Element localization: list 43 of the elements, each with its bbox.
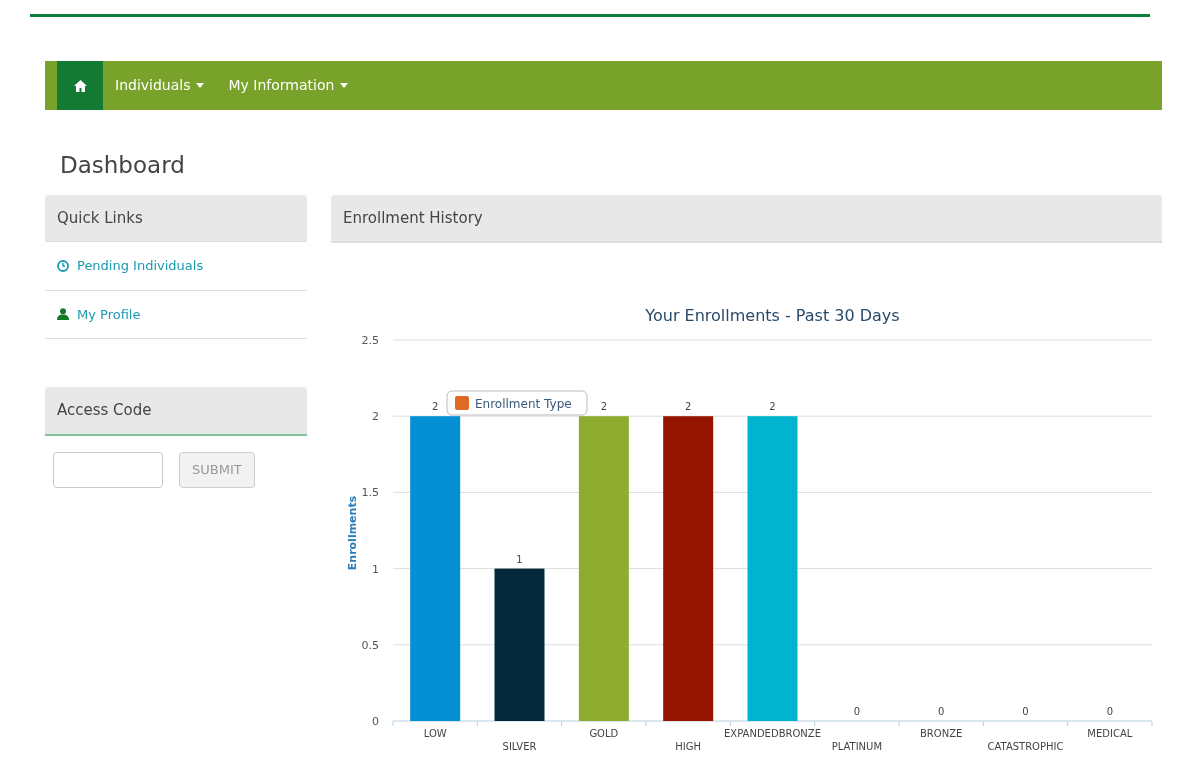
category-label: MEDICAL <box>1087 728 1133 739</box>
data-label: 0 <box>1022 706 1029 717</box>
category-label: LOW <box>423 728 447 739</box>
caret-icon <box>196 83 205 88</box>
person-icon <box>57 308 69 321</box>
category-label: CATASTROPHIC <box>987 741 1064 752</box>
panel-header: Quick Links <box>45 194 307 242</box>
data-label: 2 <box>432 401 439 413</box>
tick-label: 2 <box>372 410 379 424</box>
data-label: 1 <box>516 553 523 565</box>
home-button[interactable] <box>57 61 103 110</box>
tick-label: 0 <box>372 715 379 728</box>
category-label: BRONZE <box>920 728 963 739</box>
tick-label: 0.5 <box>361 638 379 652</box>
caret-icon <box>340 83 349 88</box>
legend-label: Enrollment Type <box>475 397 572 411</box>
panel-header: Access Code <box>45 387 307 436</box>
chart-title: Your Enrollments - Past 30 Days <box>645 306 900 325</box>
axis-title: Enrollments <box>346 495 359 571</box>
data-label: 2 <box>600 401 607 413</box>
data-label: 2 <box>769 401 776 413</box>
page-title: Dashboard <box>60 151 186 180</box>
category-label: GOLD <box>589 728 619 739</box>
home-icon <box>73 79 87 92</box>
category-label: SILVER <box>502 741 537 752</box>
nav-dropdown[interactable]: Individuals <box>103 61 217 110</box>
data-label: 0 <box>853 706 860 717</box>
category-label: HIGH <box>675 741 702 752</box>
access-code-field[interactable] <box>53 451 163 488</box>
category-label: PLATINUM <box>831 741 883 752</box>
quick-link[interactable]: Pending Individuals <box>45 242 307 291</box>
nav-dropdown[interactable]: My Information <box>216 61 361 110</box>
tick-label: 1 <box>372 562 379 576</box>
data-label: 0 <box>1106 706 1113 717</box>
data-label: 0 <box>938 706 945 717</box>
category-label: EXPANDEDBRONZE <box>724 728 821 739</box>
data-label: 2 <box>685 401 692 413</box>
clock-icon <box>57 259 69 272</box>
tick-label: 1.5 <box>361 486 379 500</box>
tick-label: 2.5 <box>361 334 379 347</box>
quick-link[interactable]: My Profile <box>45 290 307 339</box>
panel-header: Enrollment History <box>331 194 1162 243</box>
submit-button[interactable]: SUBMIT <box>179 451 255 488</box>
